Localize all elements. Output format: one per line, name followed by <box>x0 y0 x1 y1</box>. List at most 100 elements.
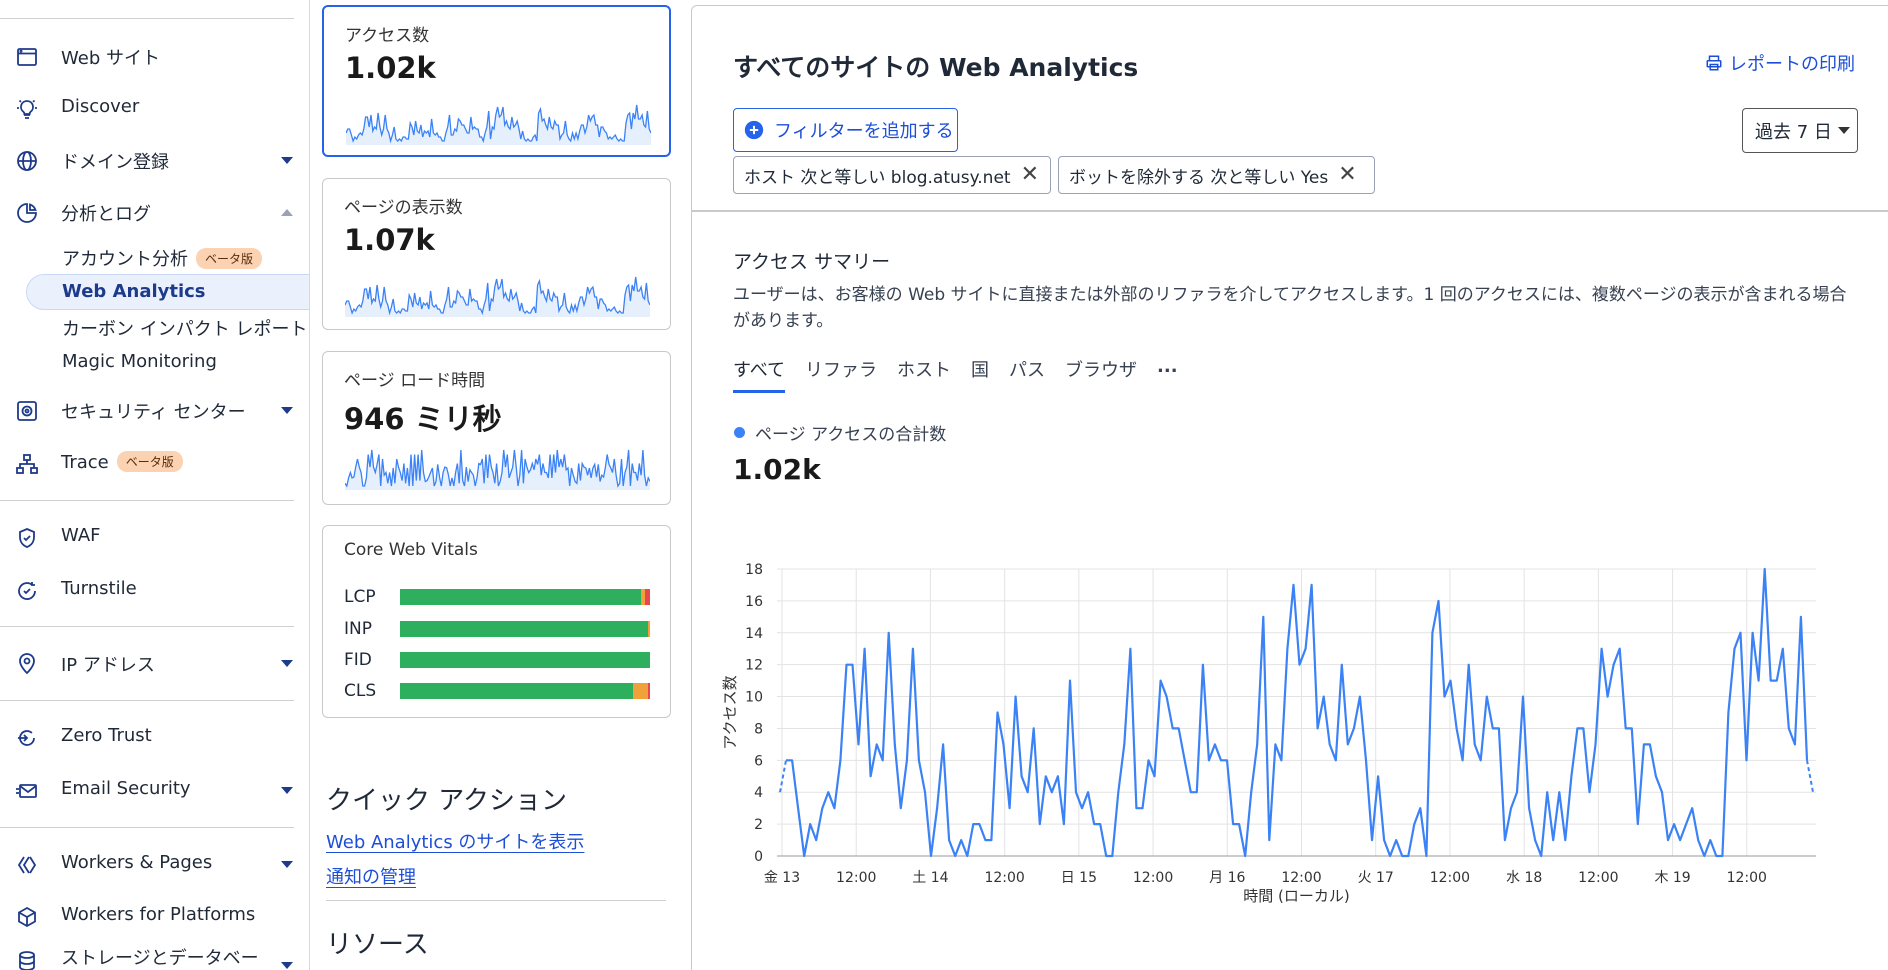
y-tick-label: 4 <box>754 785 763 801</box>
y-tick-label: 2 <box>754 817 763 833</box>
sidebar-subitem-magic-monitoring[interactable]: Magic Monitoring <box>62 351 217 372</box>
metric-card-page-views[interactable]: ページの表示数 1.07k <box>322 178 671 330</box>
view-web-analytics-sites-link[interactable]: Web Analytics のサイトを表示 <box>326 828 584 854</box>
sidebar-item-workers-for-platforms[interactable]: Workers for Platforms <box>0 896 300 936</box>
y-tick-label: 16 <box>745 594 763 610</box>
cwv-segment-needs-improvement <box>647 621 650 637</box>
x-tick-label: 土 14 <box>912 870 948 886</box>
y-tick-label: 14 <box>745 626 763 642</box>
quick-actions-divider <box>326 900 666 901</box>
y-axis-title: アクセス数 <box>721 675 739 749</box>
sidebar-item-label: WAF <box>61 525 101 546</box>
cwv-segment-poor <box>647 683 650 699</box>
beta-badge: ベータ版 <box>196 248 263 269</box>
resources-title: リソース <box>326 930 429 960</box>
summary-description: ユーザーは、お客様の Web サイトに直接または外部のリファラを介してアクセスし… <box>733 285 1847 331</box>
workers-icon <box>14 852 40 878</box>
sidebar-item-label: IP アドレス <box>61 655 155 676</box>
metric-card-visits[interactable]: アクセス数 1.02k <box>322 5 671 157</box>
chevron-down-icon[interactable] <box>281 660 293 667</box>
filter-chip-host: ホスト 次と等しい blog.atusy.net ✕ <box>733 156 1051 194</box>
main-panel: すべてのサイトの Web Analytics レポートの印刷 フィルターを追加す… <box>691 5 1888 970</box>
tab-referrer[interactable]: リファラ <box>805 356 877 393</box>
sidebar-item-trace[interactable]: Trace ベータ版 <box>0 443 300 483</box>
sidebar-item-email-security[interactable]: Email Security <box>0 770 300 810</box>
pie-chart-icon <box>14 200 40 226</box>
tab-country[interactable]: 国 <box>971 356 989 393</box>
cwv-row-fid: FID <box>344 649 650 671</box>
core-web-vitals-card[interactable]: Core Web Vitals LCP INP FID CLS <box>322 525 671 718</box>
sidebar-item-zero-trust[interactable]: Zero Trust <box>0 717 300 757</box>
date-range-value: 過去 7 日 <box>1755 121 1832 143</box>
tab-host[interactable]: ホスト <box>897 356 951 393</box>
sidebar-item-waf[interactable]: WAF <box>0 517 300 557</box>
sidebar-item-label: 分析とログ <box>61 204 151 225</box>
legend-label: ページ アクセスの合計数 <box>755 425 947 445</box>
print-report-link[interactable]: レポートの印刷 <box>1705 50 1855 76</box>
metric-card-page-load-time[interactable]: ページ ロード時間 946 ミリ秒 <box>322 351 671 505</box>
globe-icon <box>14 148 40 174</box>
cwv-segment-needs-improvement <box>632 683 648 699</box>
sidebar-item-label: Discover <box>61 96 140 117</box>
chevron-down-icon[interactable] <box>281 407 293 414</box>
date-range-select[interactable]: 過去 7 日 <box>1742 108 1858 153</box>
sidebar-item-workers-pages[interactable]: Workers & Pages <box>0 844 300 884</box>
chevron-down-icon <box>1837 127 1850 134</box>
x-tick-label: 12:00 <box>1281 870 1321 886</box>
sidebar-item-label: Workers for Platforms <box>61 904 256 925</box>
sidebar-item-security-center[interactable]: セキュリティ センター <box>0 390 300 430</box>
cwv-title: Core Web Vitals <box>344 540 478 560</box>
sidebar-divider <box>0 18 294 19</box>
metric-value: 946 ミリ秒 <box>344 402 502 436</box>
x-tick-label: 日 15 <box>1061 870 1097 886</box>
sidebar-item-label: ストレージとデータベー <box>61 948 259 969</box>
series-line-partial-start <box>779 760 787 793</box>
close-icon[interactable]: ✕ <box>1338 164 1356 186</box>
x-tick-label: 12:00 <box>1430 870 1470 886</box>
sidebar-item-label: セキュリティ センター <box>61 402 246 423</box>
cwv-bar <box>400 683 650 699</box>
sidebar-divider <box>0 500 294 501</box>
page-title: すべてのサイトの Web Analytics <box>733 53 1139 82</box>
manage-notifications-link[interactable]: 通知の管理 <box>326 863 416 889</box>
add-filter-button[interactable]: フィルターを追加する <box>733 108 958 152</box>
sparkline <box>346 104 651 145</box>
close-icon[interactable]: ✕ <box>1021 164 1039 186</box>
sidebar-subitem-carbon-impact[interactable]: カーボン インパクト レポート <box>62 315 307 341</box>
sidebar-item-websites[interactable]: Web サイト <box>0 36 300 76</box>
sidebar-item-storage-databases[interactable]: ストレージとデータベー <box>0 940 300 970</box>
y-tick-label: 18 <box>745 562 763 578</box>
cwv-bar <box>400 621 650 637</box>
chevron-down-icon[interactable] <box>281 787 293 794</box>
network-tree-icon <box>14 451 40 477</box>
sidebar-item-turnstile[interactable]: Turnstile <box>0 570 300 610</box>
sidebar: Web サイト Discover ドメイン登録 分析とログ アカウント分析 ベータ… <box>0 0 310 970</box>
chevron-down-icon[interactable] <box>281 157 293 164</box>
sidebar-item-label: Trace ベータ版 <box>61 451 183 473</box>
metric-label: ページの表示数 <box>344 198 463 218</box>
sidebar-item-domain-registration[interactable]: ドメイン登録 <box>0 140 300 180</box>
tab-path[interactable]: パス <box>1009 356 1045 393</box>
sidebar-item-discover[interactable]: Discover <box>0 88 300 128</box>
x-tick-label: 12:00 <box>1578 870 1618 886</box>
sidebar-subitem-web-analytics[interactable]: Web Analytics <box>62 281 206 302</box>
sidebar-item-analytics-logs[interactable]: 分析とログ <box>0 192 300 232</box>
metric-label: ページ ロード時間 <box>344 371 486 391</box>
tab-more[interactable]: ... <box>1157 356 1178 393</box>
chevron-up-icon[interactable] <box>281 209 293 216</box>
cwv-segment-good <box>400 652 650 668</box>
sidebar-subitem-account-analytics[interactable]: アカウント分析 ベータ版 <box>62 245 263 271</box>
chevron-down-icon[interactable] <box>281 861 293 868</box>
x-tick-label: 木 19 <box>1654 870 1690 886</box>
sidebar-item-ip-addresses[interactable]: IP アドレス <box>0 643 300 683</box>
tab-all[interactable]: すべて <box>733 356 786 393</box>
sidebar-item-label: Zero Trust <box>61 725 152 746</box>
envelope-icon <box>14 778 40 804</box>
total-visits-value: 1.02k <box>733 453 821 486</box>
series-line <box>786 567 1809 858</box>
chevron-down-icon[interactable] <box>281 962 293 969</box>
printer-icon <box>1705 54 1723 72</box>
tab-browser[interactable]: ブラウザ <box>1065 356 1137 393</box>
sidebar-item-label: Email Security <box>61 778 191 799</box>
x-tick-label: 12:00 <box>984 870 1024 886</box>
